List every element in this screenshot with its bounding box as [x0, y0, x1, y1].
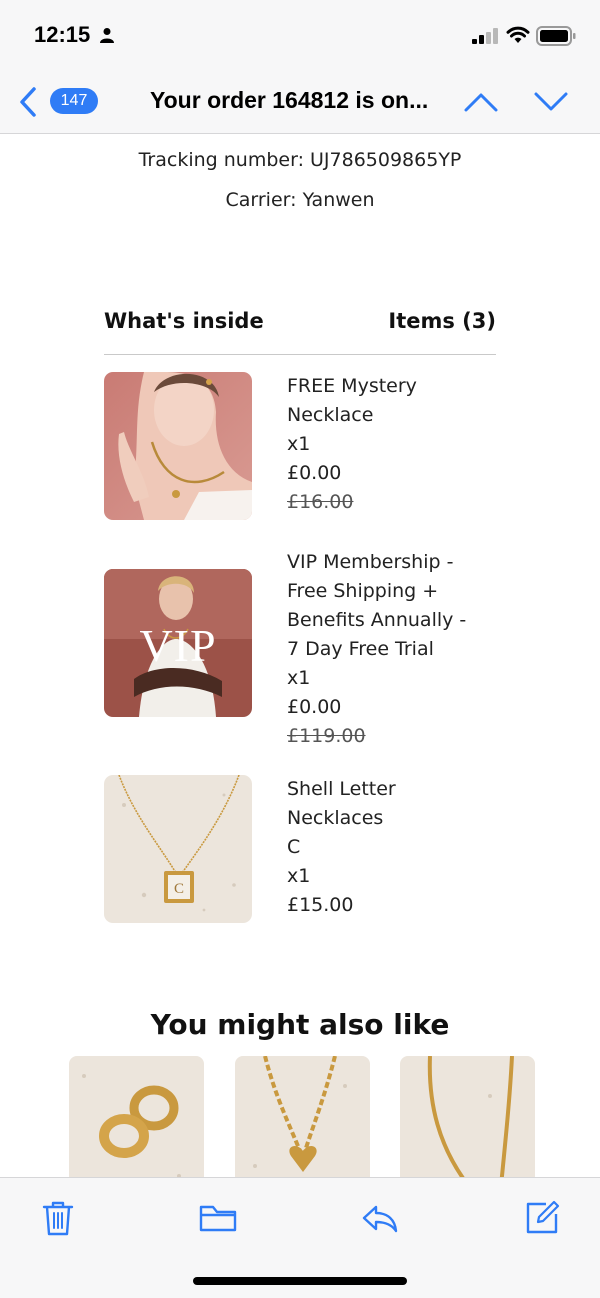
recommendations-title: You might also like — [150, 1008, 450, 1041]
item-quantity: x1 — [287, 433, 311, 455]
recommended-product-earrings[interactable] — [69, 1056, 204, 1177]
item-original-price: £119.00 — [287, 725, 366, 747]
order-item[interactable]: FREE Mystery Necklace x1 £0.00 £16.00 — [104, 372, 504, 522]
whats-inside-title: What's inside — [104, 309, 264, 333]
unread-count-badge[interactable]: 147 — [50, 88, 98, 114]
person-icon — [100, 28, 114, 43]
trash-icon[interactable] — [38, 1198, 78, 1238]
item-quantity: x1 — [287, 865, 311, 887]
chevron-left-icon[interactable] — [16, 86, 42, 118]
item-name-line: FREE Mystery — [287, 375, 417, 397]
carrier-name: Carrier: Yanwen — [225, 189, 375, 211]
recommended-product-heart-necklace[interactable] — [235, 1056, 370, 1177]
item-name-line: Necklaces — [287, 807, 384, 829]
item-details: VIP Membership - Free Shipping + Benefit… — [287, 548, 502, 751]
whats-inside-header: What's inside Items (3) — [104, 307, 496, 355]
status-time: 12:15 — [34, 22, 91, 47]
status-bar: 12:15 — [0, 0, 600, 70]
item-name-line: Shell Letter — [287, 778, 396, 800]
chevron-up-icon[interactable] — [463, 90, 499, 114]
tracking-number: Tracking number: UJ786509865YP — [138, 149, 462, 171]
item-name-line: 7 Day Free Trial — [287, 638, 434, 660]
item-details: FREE Mystery Necklace x1 £0.00 £16.00 — [287, 372, 502, 517]
item-name-line: Necklace — [287, 404, 374, 426]
recommended-product-snake-chain[interactable] — [400, 1056, 535, 1177]
chevron-down-icon[interactable] — [533, 90, 569, 114]
reply-icon[interactable] — [360, 1198, 400, 1238]
product-image-shell-letter-necklace[interactable]: C — [104, 775, 252, 923]
wifi-icon — [506, 26, 530, 43]
item-price: £0.00 — [287, 462, 342, 484]
item-name-line: Free Shipping + — [287, 580, 439, 602]
home-indicator[interactable] — [193, 1277, 407, 1285]
message-subject-title: Your order 164812 is on... — [150, 87, 429, 113]
vip-overlay-text: VIP — [139, 620, 216, 671]
product-image-vip-membership[interactable]: VIP — [104, 569, 252, 717]
item-name-line: Benefits Annually - — [287, 609, 467, 631]
pendant-letter: C — [174, 881, 184, 897]
battery-icon — [536, 26, 576, 46]
item-quantity: x1 — [287, 667, 311, 689]
cellular-signal-icon — [472, 28, 498, 44]
item-price: £15.00 — [287, 894, 354, 916]
mail-nav-bar: 147 Your order 164812 is on... — [0, 70, 600, 134]
email-body[interactable]: Tracking number: UJ786509865YP Carrier: … — [0, 135, 600, 1177]
folder-icon[interactable] — [198, 1198, 238, 1238]
order-item[interactable]: C Shell Letter Necklaces C x1 £15.00 — [104, 775, 504, 925]
items-count: Items (3) — [388, 309, 496, 333]
item-original-price: £16.00 — [287, 491, 354, 513]
item-price: £0.00 — [287, 696, 342, 718]
item-details: Shell Letter Necklaces C x1 £15.00 — [287, 775, 502, 920]
product-image-mystery-necklace[interactable] — [104, 372, 252, 520]
item-variant: C — [287, 836, 301, 858]
order-item[interactable]: VIP VIP Membership - Free Shipping + Ben… — [104, 548, 504, 758]
item-name-line: VIP Membership - — [287, 551, 454, 573]
compose-icon[interactable] — [522, 1198, 562, 1238]
